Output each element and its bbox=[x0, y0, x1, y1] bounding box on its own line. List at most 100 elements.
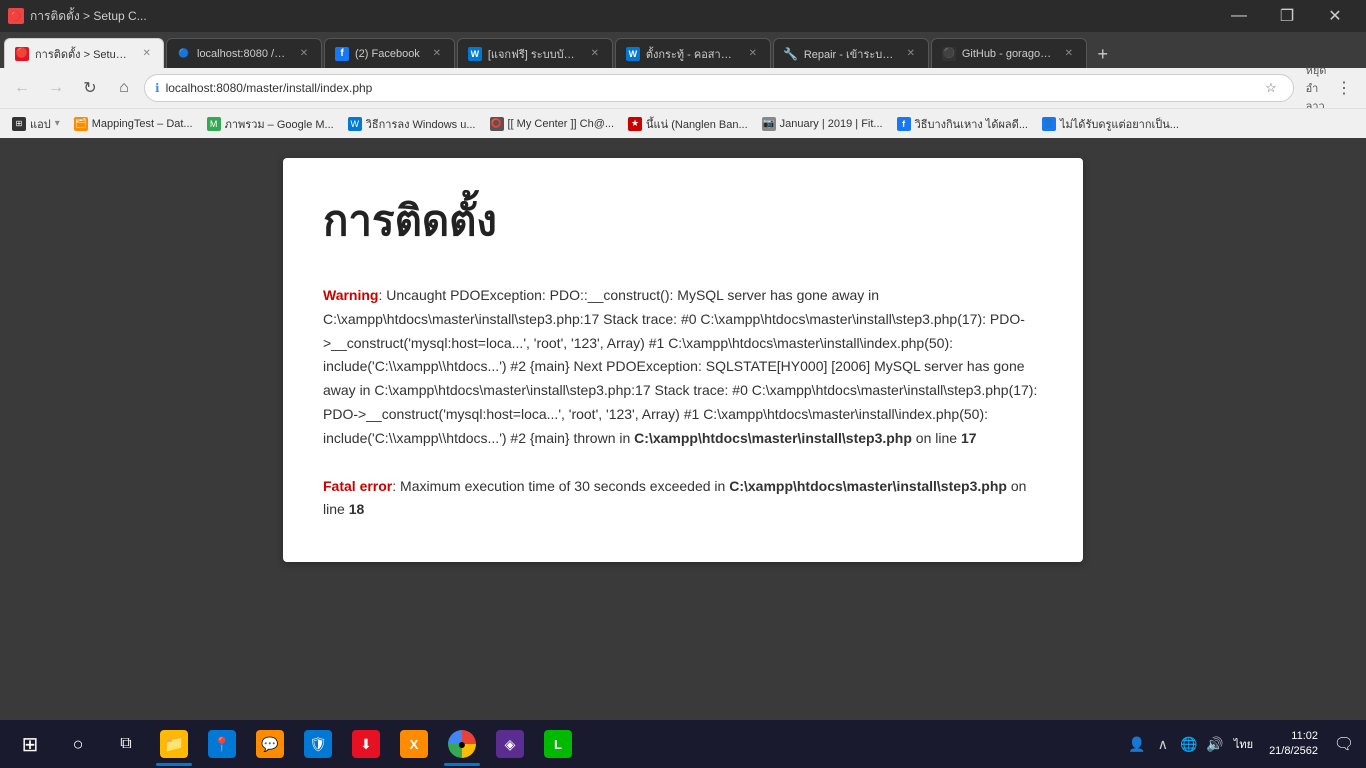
bookmark-star-button[interactable]: ☆ bbox=[1259, 76, 1283, 100]
tab-7[interactable]: ⚫ GitHub - goragod... ✕ bbox=[931, 38, 1087, 68]
task-view-icon: ⧉ bbox=[112, 730, 140, 758]
tab-1[interactable]: 🔴 การติดตั้ง > Setup C... ✕ bbox=[4, 38, 164, 68]
tab-4[interactable]: W [แจกฟรี] ระบบบันทึ... ✕ bbox=[457, 38, 613, 68]
tab-3[interactable]: f (2) Facebook ✕ bbox=[324, 38, 455, 68]
tab-7-label: GitHub - goragod... bbox=[962, 48, 1052, 60]
tab-1-close[interactable]: ✕ bbox=[141, 47, 154, 61]
tab-bar: 🔴 การติดตั้ง > Setup C... ✕ 🔵 localhost:… bbox=[0, 32, 1366, 68]
tab-6-icon: 🔧 bbox=[784, 47, 798, 61]
bookmark-1-label: MappingTest – Dat... bbox=[92, 118, 193, 130]
tab-5-icon: W bbox=[626, 47, 640, 61]
new-tab-button[interactable]: + bbox=[1089, 40, 1117, 68]
tab-4-close[interactable]: ✕ bbox=[588, 47, 602, 61]
taskbar-downloader[interactable]: ⬇ bbox=[344, 722, 388, 766]
bookmark-5[interactable]: ★ นึ้แน่ (Nanglen Ban... bbox=[622, 113, 754, 135]
taskbar-line-messenger[interactable]: 💬 bbox=[248, 722, 292, 766]
maps-icon: 📍 bbox=[208, 730, 236, 758]
back-button[interactable]: ← bbox=[8, 74, 36, 102]
taskbar-maps[interactable]: 📍 bbox=[200, 722, 244, 766]
app-icon: 🔴 bbox=[8, 8, 24, 24]
bookmark-apps[interactable]: ⊞ แอป ▾ bbox=[6, 113, 66, 135]
bookmark-2[interactable]: M ภาพรวม – Google M... bbox=[201, 113, 340, 135]
tab-3-close[interactable]: ✕ bbox=[430, 47, 444, 61]
extensions-button[interactable]: หยุดอำลาว bbox=[1304, 76, 1328, 100]
bookmark-apps-chevron: ▾ bbox=[55, 118, 60, 129]
title-bar: 🔴 การติดตั้ง > Setup C... — ❐ ✕ bbox=[0, 0, 1366, 32]
bookmark-3-label: วิธีการลง Windows u... bbox=[366, 115, 476, 133]
tab-2-close[interactable]: ✕ bbox=[297, 47, 311, 61]
notification-button[interactable]: 🗨 bbox=[1330, 730, 1358, 758]
bookmark-8[interactable]: 👤 ไม่ได้รับดรูแต่อยากเป็น... bbox=[1036, 113, 1185, 135]
taskbar-xampp[interactable]: X bbox=[392, 722, 436, 766]
tab-6[interactable]: 🔧 Repair - เข้าระบบดั้... ✕ bbox=[773, 38, 929, 68]
tab-3-icon: f bbox=[335, 47, 349, 61]
bookmark-6-icon: 📷 bbox=[762, 117, 776, 131]
minimize-button[interactable]: — bbox=[1216, 0, 1262, 32]
language-indicator[interactable]: ไทย bbox=[1230, 735, 1257, 753]
warning-label: Warning bbox=[323, 287, 378, 303]
address-input-wrap[interactable]: ℹ localhost:8080/master/install/index.ph… bbox=[144, 74, 1294, 102]
taskbar-chrome[interactable]: ● bbox=[440, 722, 484, 766]
bookmarks-bar: ⊞ แอป ▾ 🗂 MappingTest – Dat... M ภาพรวม … bbox=[0, 108, 1366, 138]
taskbar-vscode[interactable]: ◈ bbox=[488, 722, 532, 766]
tab-2-icon: 🔵 bbox=[177, 47, 191, 61]
vscode-icon: ◈ bbox=[496, 730, 524, 758]
tab-2[interactable]: 🔵 localhost:8080 / 1... ✕ bbox=[166, 38, 322, 68]
fatal-message: Fatal error: Maximum execution time of 3… bbox=[323, 475, 1043, 523]
address-bar: ← → ↻ ⌂ ℹ localhost:8080/master/install/… bbox=[0, 68, 1366, 108]
forward-button[interactable]: → bbox=[42, 74, 70, 102]
refresh-button[interactable]: ↻ bbox=[76, 74, 104, 102]
file-explorer-icon: 📁 bbox=[160, 730, 188, 758]
system-clock[interactable]: 11:02 21/8/2562 bbox=[1261, 729, 1326, 760]
taskbar-security[interactable]: 🛡 bbox=[296, 722, 340, 766]
tab-5-label: ตั้งกระทู้ - คอสารบอ... bbox=[646, 45, 736, 63]
search-taskbar-icon: ○ bbox=[64, 730, 92, 758]
maximize-button[interactable]: ❐ bbox=[1264, 0, 1310, 32]
bookmark-3[interactable]: W วิธีการลง Windows u... bbox=[342, 113, 482, 135]
window-title: การติดตั้ง > Setup C... bbox=[30, 7, 147, 26]
chevron-up-icon[interactable]: ∧ bbox=[1152, 733, 1174, 755]
clock-date: 21/8/2562 bbox=[1269, 744, 1318, 759]
tab-5[interactable]: W ตั้งกระทู้ - คอสารบอ... ✕ bbox=[615, 38, 771, 68]
tab-5-close[interactable]: ✕ bbox=[746, 47, 760, 61]
taskbar: ⊞ ○ ⧉ 📁 📍 💬 🛡 ⬇ X ● ◈ L 👤 ∧ 🌐 🔊 ไทย bbox=[0, 720, 1366, 768]
close-button[interactable]: ✕ bbox=[1312, 0, 1358, 32]
bookmark-apps-label: แอป bbox=[30, 115, 51, 133]
xampp-icon: X bbox=[400, 730, 428, 758]
tab-3-label: (2) Facebook bbox=[355, 48, 420, 60]
download-icon: ⬇ bbox=[352, 730, 380, 758]
bookmark-8-label: ไม่ได้รับดรูแต่อยากเป็น... bbox=[1060, 115, 1179, 133]
bookmark-7-label: วิธีบางกินเหาง ได้ผลดี... bbox=[915, 115, 1028, 133]
bookmark-3-icon: W bbox=[348, 117, 362, 131]
taskbar-search[interactable]: ○ bbox=[56, 722, 100, 766]
home-button[interactable]: ⌂ bbox=[110, 74, 138, 102]
messenger-icon: 💬 bbox=[256, 730, 284, 758]
bookmark-7-icon: f bbox=[897, 117, 911, 131]
bookmark-2-label: ภาพรวม – Google M... bbox=[225, 115, 334, 133]
start-button[interactable]: ⊞ bbox=[8, 722, 52, 766]
network-icon[interactable]: 🌐 bbox=[1178, 733, 1200, 755]
warning-online: on line bbox=[912, 430, 961, 446]
fatal-text: : Maximum execution time of 30 seconds e… bbox=[392, 478, 729, 494]
people-icon[interactable]: 👤 bbox=[1126, 733, 1148, 755]
fatal-line: 18 bbox=[349, 501, 365, 517]
settings-menu-button[interactable]: ⋮ bbox=[1330, 74, 1358, 102]
bookmark-2-icon: M bbox=[207, 117, 221, 131]
warning-path: C:\xampp\htdocs\master\install\step3.php bbox=[634, 430, 912, 446]
bookmark-4-label: [[ My Center ]] Ch@... bbox=[508, 118, 615, 130]
bookmark-4[interactable]: ⭕ [[ My Center ]] Ch@... bbox=[484, 115, 621, 133]
bookmark-6[interactable]: 📷 January | 2019 | Fit... bbox=[756, 115, 889, 133]
tab-7-close[interactable]: ✕ bbox=[1062, 47, 1076, 61]
taskbar-file-explorer[interactable]: 📁 bbox=[152, 722, 196, 766]
taskbar-line-app[interactable]: L bbox=[536, 722, 580, 766]
line-icon: L bbox=[544, 730, 572, 758]
task-view-button[interactable]: ⧉ bbox=[104, 722, 148, 766]
clock-time: 11:02 bbox=[1269, 729, 1318, 744]
bookmark-5-label: นึ้แน่ (Nanglen Ban... bbox=[646, 115, 748, 133]
bookmark-7[interactable]: f วิธีบางกินเหาง ได้ผลดี... bbox=[891, 113, 1034, 135]
tab-6-close[interactable]: ✕ bbox=[904, 47, 918, 61]
tab-7-icon: ⚫ bbox=[942, 47, 956, 61]
volume-icon[interactable]: 🔊 bbox=[1204, 733, 1226, 755]
bookmark-1[interactable]: 🗂 MappingTest – Dat... bbox=[68, 115, 199, 133]
tab-4-icon: W bbox=[468, 47, 482, 61]
